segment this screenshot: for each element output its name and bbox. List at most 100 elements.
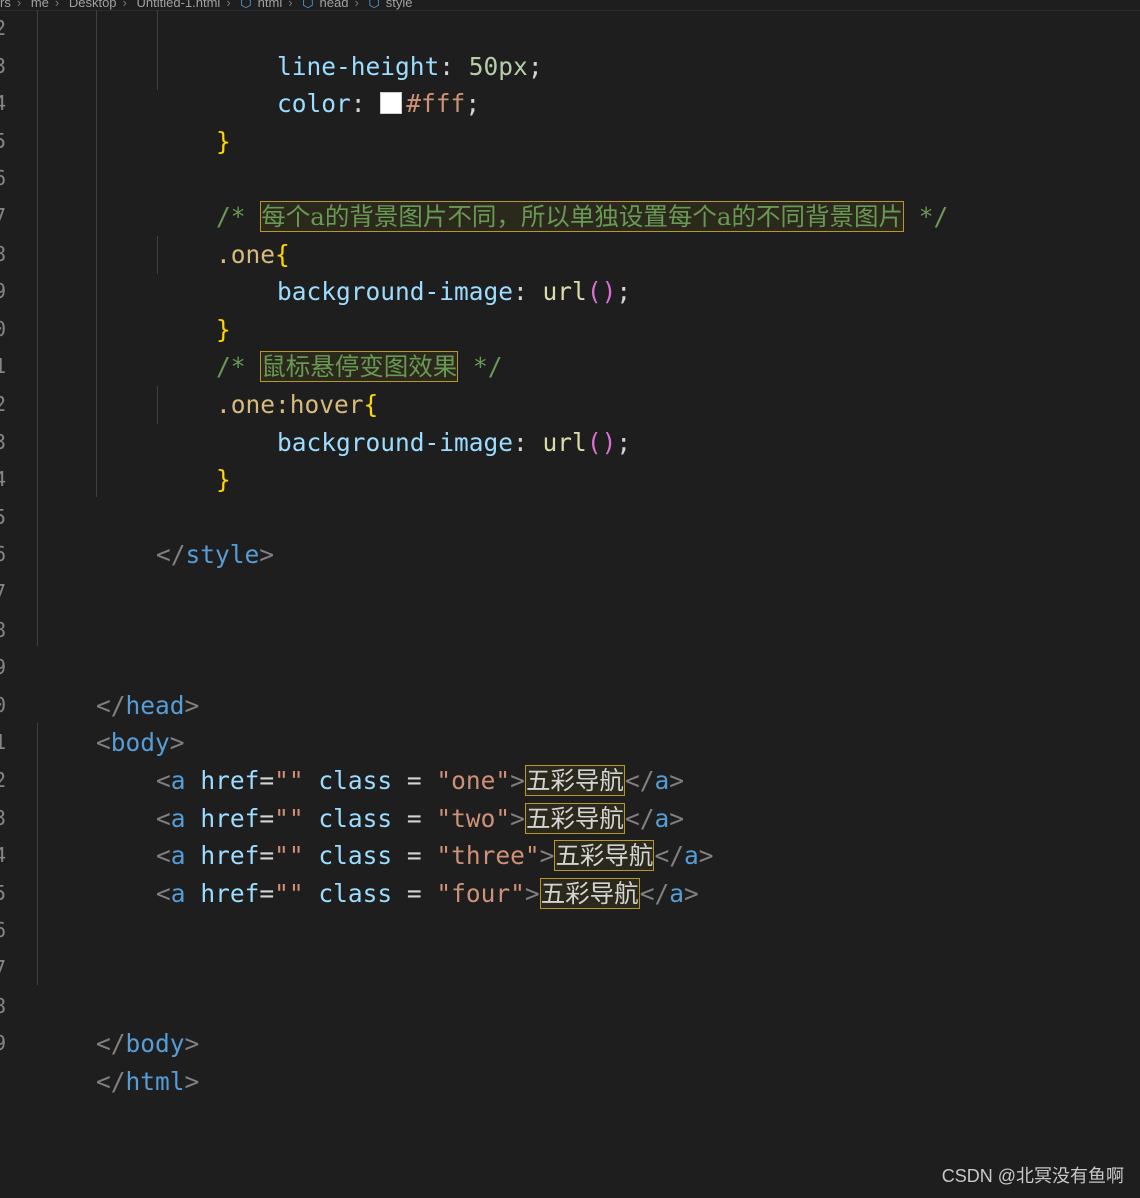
code-line[interactable]: <a href="" class = "three">五彩导航</a> bbox=[97, 800, 713, 872]
line-number: 7 bbox=[0, 204, 7, 228]
code-brace: } bbox=[216, 126, 231, 156]
code-punct: ; bbox=[616, 427, 632, 457]
line-number: 0 bbox=[0, 692, 7, 717]
html-tag: html bbox=[125, 1066, 185, 1096]
line-number: 2 bbox=[0, 768, 7, 792]
code-punct: ; bbox=[465, 89, 481, 119]
html-tag: a bbox=[170, 878, 186, 908]
breadcrumb-item[interactable]: Untitled-1.html bbox=[137, 0, 221, 10]
tag-bracket: </ bbox=[156, 540, 186, 570]
code-line[interactable]: <a href="" class = "two">五彩导航</a> bbox=[97, 762, 684, 834]
code-line[interactable]: .one:hover{ bbox=[157, 348, 378, 419]
code-paren: () bbox=[586, 277, 617, 307]
html-tag: a bbox=[669, 878, 684, 908]
chevron-right-icon: › bbox=[54, 0, 60, 10]
line-number: 4 bbox=[0, 91, 7, 116]
css-property: color bbox=[277, 89, 351, 119]
code-punct: : bbox=[513, 277, 543, 307]
comment-close: */ bbox=[904, 201, 949, 231]
code-paren: () bbox=[586, 427, 617, 457]
code-line[interactable]: </head> bbox=[37, 649, 199, 720]
attr-value: "four" bbox=[436, 878, 525, 908]
comment-close: */ bbox=[458, 352, 503, 382]
breadcrumb-item[interactable]: html bbox=[258, 0, 283, 10]
code-line[interactable]: } bbox=[157, 273, 231, 344]
code-line[interactable]: </html> bbox=[37, 1025, 199, 1096]
chevron-right-icon: › bbox=[354, 0, 359, 10]
line-number: 6 bbox=[0, 918, 7, 943]
line-number: 3 bbox=[0, 429, 7, 454]
code-line[interactable]: <body> bbox=[37, 687, 185, 757]
code-punct: : bbox=[513, 427, 543, 457]
code-line[interactable]: background-image: url(); bbox=[218, 236, 631, 306]
code-line[interactable]: } bbox=[157, 85, 231, 156]
line-number: 7 bbox=[0, 580, 7, 604]
html-attr: class bbox=[318, 878, 393, 908]
code-line[interactable]: <a href="" class = "one">五彩导航</a> bbox=[97, 724, 684, 796]
code-line[interactable]: /* 鼠标悬停变图效果 */ bbox=[157, 311, 503, 383]
line-number: 8 bbox=[0, 241, 7, 266]
html-tag: style bbox=[185, 540, 260, 570]
line-number: 8 bbox=[0, 993, 7, 1018]
code-line[interactable]: color: #fff; bbox=[218, 48, 480, 118]
code-punct: : bbox=[350, 89, 381, 119]
code-editor[interactable]: 2 3 4 5 6 7 8 9 0 1 2 3 4 5 6 7 8 9 0 1 … bbox=[0, 10, 1140, 1130]
code-line[interactable]: } bbox=[157, 424, 231, 494]
line-number: 6 bbox=[0, 166, 7, 191]
indent-guide bbox=[37, 10, 38, 646]
line-number: 9 bbox=[0, 279, 7, 304]
line-number: 5 bbox=[0, 504, 7, 529]
indent-guide bbox=[157, 10, 158, 90]
code-line[interactable]: <a href="" class = "four">五彩导航</a> bbox=[97, 837, 699, 909]
code-line[interactable]: line-height: 50px; bbox=[218, 10, 543, 81]
code-line[interactable]: background-image: url(); bbox=[218, 386, 631, 457]
watermark: CSDN @北冥没有鱼啊 bbox=[941, 1166, 1124, 1186]
cube-icon: ⬡ bbox=[302, 0, 314, 10]
line-number: 0 bbox=[0, 316, 7, 341]
chevron-right-icon: › bbox=[288, 0, 293, 10]
css-function: url bbox=[542, 277, 587, 307]
css-value: #fff bbox=[406, 89, 466, 119]
breadcrumb-item[interactable]: Desktop bbox=[69, 0, 117, 10]
line-number: 1 bbox=[0, 354, 7, 379]
tag-bracket: < bbox=[156, 878, 171, 908]
css-function: url bbox=[542, 427, 587, 457]
comment-text: 每个a的背景图片不同，所以单独设置每个a的不同背景图片 bbox=[260, 200, 904, 232]
indent-guide bbox=[96, 10, 97, 497]
line-number: 9 bbox=[0, 1031, 7, 1056]
html-attr: href bbox=[200, 878, 260, 908]
tag-bracket: </ bbox=[96, 1066, 126, 1096]
line-number: 2 bbox=[0, 392, 7, 416]
line-number: 8 bbox=[0, 617, 7, 642]
cube-icon: ⬡ bbox=[368, 0, 380, 10]
breadcrumb-item[interactable]: rs bbox=[0, 0, 11, 10]
chevron-right-icon: › bbox=[16, 0, 22, 10]
chevron-right-icon: › bbox=[122, 0, 127, 10]
line-number: 4 bbox=[0, 467, 7, 492]
line-number: 7 bbox=[0, 956, 7, 980]
breadcrumb-item[interactable]: me bbox=[31, 0, 49, 10]
chevron-right-icon: › bbox=[226, 0, 231, 10]
breadcrumb-item[interactable]: head bbox=[320, 0, 349, 10]
code-line[interactable]: /* 每个a的背景图片不同，所以单独设置每个a的不同背景图片 */ bbox=[157, 160, 948, 232]
line-number: 4 bbox=[0, 843, 7, 868]
tag-bracket: > bbox=[259, 540, 275, 570]
line-number: 2 bbox=[0, 16, 7, 40]
line-number: 3 bbox=[0, 53, 7, 78]
code-line[interactable]: .one{ bbox=[157, 198, 290, 269]
line-number: 5 bbox=[0, 880, 7, 905]
code-line[interactable]: </body> bbox=[37, 988, 199, 1058]
cube-icon: ⬡ bbox=[240, 0, 252, 10]
line-number: 1 bbox=[0, 730, 7, 755]
code-punct: ; bbox=[527, 51, 543, 81]
code-line[interactable]: </style> bbox=[97, 499, 274, 569]
color-swatch-icon[interactable] bbox=[380, 92, 403, 115]
line-number: 9 bbox=[0, 655, 7, 680]
css-property: background-image bbox=[277, 277, 514, 307]
breadcrumb-item[interactable]: style bbox=[386, 0, 413, 10]
tag-bracket: > bbox=[184, 690, 200, 720]
code-brace: } bbox=[216, 465, 231, 495]
tag-bracket: > bbox=[184, 1066, 200, 1096]
attr-value: "" bbox=[274, 878, 304, 908]
link-text: 五彩导航 bbox=[539, 877, 640, 909]
